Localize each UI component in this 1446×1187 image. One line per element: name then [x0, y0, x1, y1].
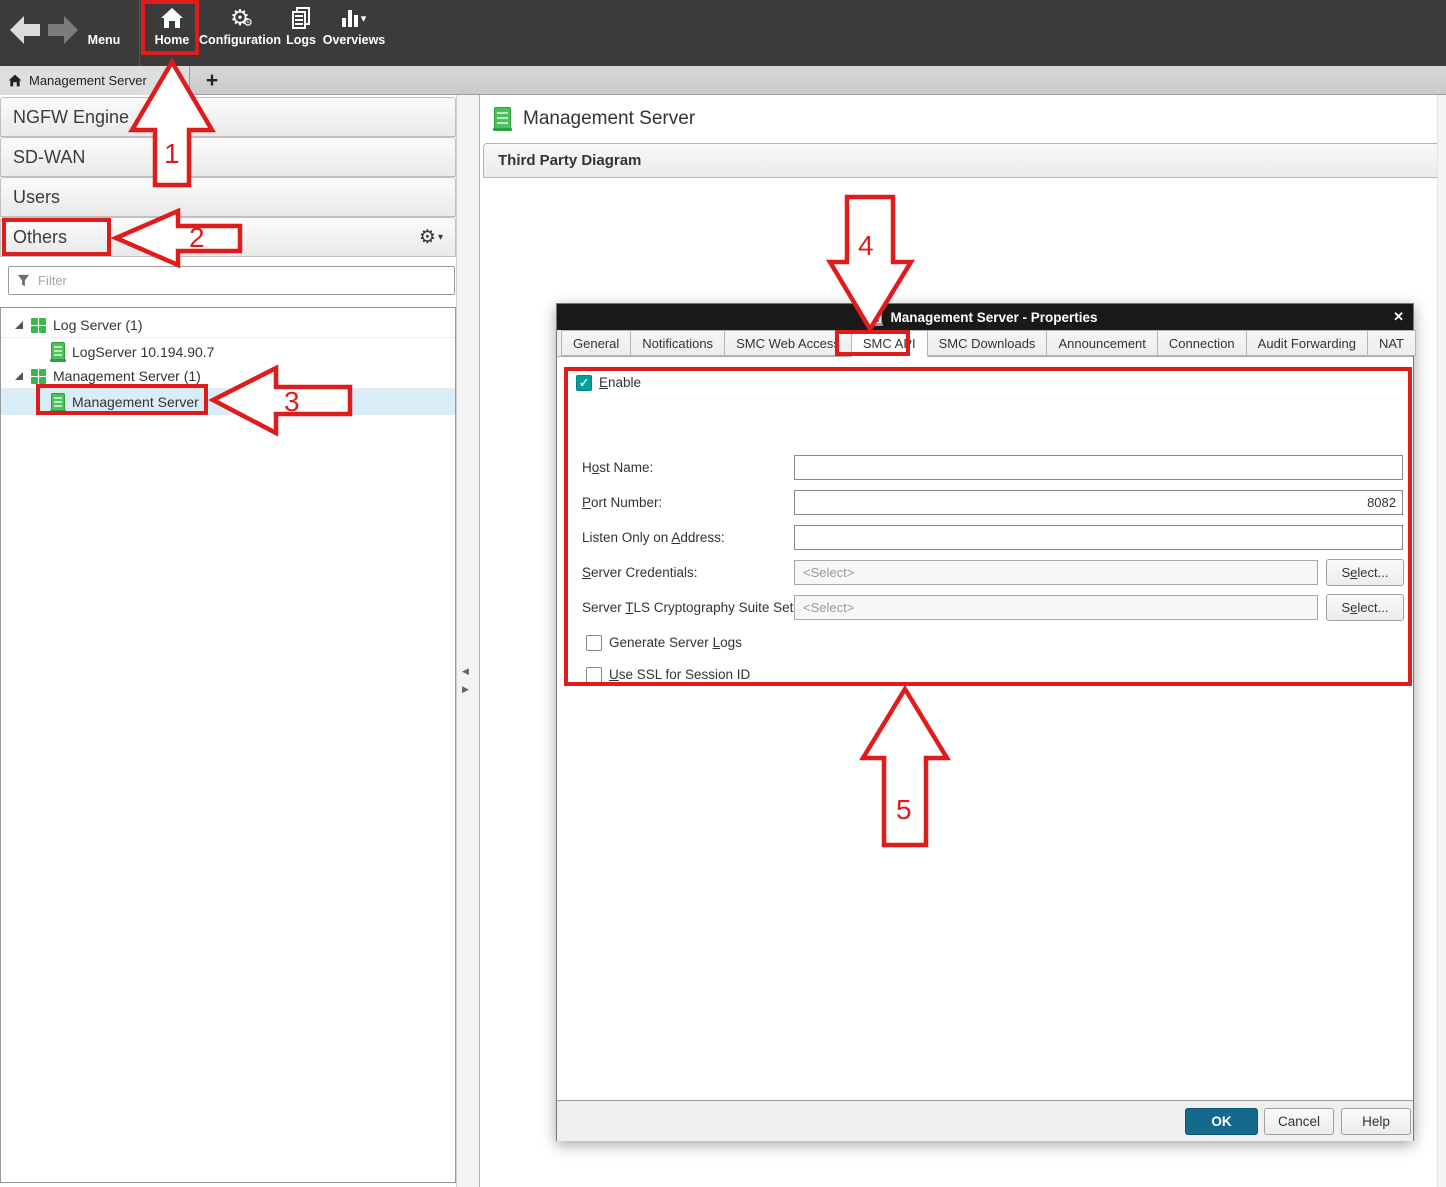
- logs-button[interactable]: Logs: [283, 4, 319, 47]
- document-tab-bar: Management Server ✕ +: [0, 66, 1446, 95]
- new-tab-button[interactable]: +: [199, 66, 225, 95]
- server-icon: [51, 393, 65, 412]
- use-ssl-label: Use SSL for Session ID: [609, 666, 750, 684]
- gear-icon: ⚙: [419, 226, 436, 249]
- tree-expander-icon[interactable]: [15, 321, 23, 329]
- server-icon: [872, 310, 882, 325]
- home-icon: [160, 4, 184, 32]
- tls-suite-select[interactable]: <Select>: [794, 595, 1318, 620]
- properties-dialog: Management Server - Properties ✕ General…: [556, 303, 1414, 1141]
- top-toolbar: Menu Home ⚙⚙ Configuration Logs ▾ Overvi…: [0, 0, 1446, 66]
- server-icon: [494, 107, 511, 130]
- server-credentials-label: Server Credentials:: [582, 560, 698, 585]
- tab-smc-downloads[interactable]: SMC Downloads: [928, 330, 1048, 356]
- tls-select-button[interactable]: Select...: [1326, 594, 1404, 621]
- tools-gear-button[interactable]: ⚙ ▾: [419, 226, 443, 249]
- back-arrow-icon[interactable]: [8, 14, 42, 46]
- configuration-label: Configuration: [199, 33, 281, 47]
- tab-nat[interactable]: NAT: [1368, 330, 1416, 356]
- host-name-label: Host Name:: [582, 455, 653, 480]
- tab-notifications[interactable]: Notifications: [631, 330, 725, 356]
- tree-expander-icon[interactable]: [15, 372, 23, 380]
- dialog-tab-strip: General Notifications SMC Web Access SMC…: [557, 330, 1413, 357]
- dialog-titlebar[interactable]: Management Server - Properties ✕: [557, 304, 1413, 330]
- server-group-icon: [31, 318, 46, 333]
- overviews-button[interactable]: ▾ Overviews: [320, 4, 388, 47]
- element-tree: Log Server (1) LogServer 10.194.90.7 Man…: [0, 307, 456, 1183]
- home-button[interactable]: Home: [148, 4, 196, 47]
- chevron-down-icon: ▾: [361, 12, 367, 25]
- dialog-close-icon[interactable]: ✕: [1393, 309, 1404, 325]
- collapse-left-icon[interactable]: ◀: [462, 666, 469, 677]
- page-title: Management Server: [494, 107, 695, 130]
- menu-button[interactable]: Menu: [82, 4, 126, 47]
- cancel-button[interactable]: Cancel: [1264, 1108, 1334, 1135]
- dialog-body: ✓ Enable Host Name: Port Number: Listen …: [557, 357, 1413, 1100]
- dialog-button-bar: OK Cancel Help: [557, 1100, 1413, 1141]
- tab-label: Management Server: [29, 73, 164, 88]
- port-number-label: Port Number:: [582, 490, 662, 515]
- panel-splitter[interactable]: ◀ ▶: [456, 95, 480, 1187]
- logs-label: Logs: [286, 33, 316, 47]
- overviews-label: Overviews: [323, 33, 386, 47]
- expand-right-icon[interactable]: ▶: [462, 684, 469, 695]
- server-icon: [51, 342, 65, 361]
- sidebar-section-others[interactable]: Others ⚙ ▾: [0, 217, 456, 257]
- sidebar: NGFW Engine SD-WAN Users Others ⚙ ▾ Log …: [0, 95, 456, 1187]
- enable-checkbox[interactable]: ✓: [576, 375, 592, 391]
- use-ssl-checkbox[interactable]: [586, 667, 602, 683]
- filter-funnel-icon: [17, 274, 30, 287]
- enable-label: Enable: [599, 374, 641, 392]
- generate-logs-checkbox[interactable]: [586, 635, 602, 651]
- forward-arrow-icon: [46, 14, 80, 46]
- tab-home-icon: [8, 74, 22, 87]
- tab-announcement[interactable]: Announcement: [1047, 330, 1157, 356]
- configuration-button[interactable]: ⚙⚙ Configuration: [198, 4, 282, 47]
- tab-management-server[interactable]: Management Server ✕: [0, 66, 190, 95]
- server-group-icon: [31, 369, 46, 384]
- tab-smc-web-access[interactable]: SMC Web Access: [725, 330, 852, 356]
- tree-node-log-server-group[interactable]: Log Server (1): [1, 313, 455, 338]
- tls-suite-label: Server TLS Cryptography Suite Set: [582, 595, 793, 620]
- bar-chart-icon: ▾: [342, 4, 367, 32]
- tab-connection[interactable]: Connection: [1158, 330, 1247, 356]
- credentials-select-button[interactable]: Select...: [1326, 559, 1404, 586]
- logs-icon: [292, 4, 310, 32]
- tab-smc-api[interactable]: SMC API: [852, 330, 928, 357]
- chevron-down-icon: ▾: [438, 232, 443, 243]
- menu-label: Menu: [88, 33, 121, 47]
- sidebar-section-users[interactable]: Users: [0, 177, 456, 217]
- filter-box[interactable]: [8, 266, 455, 295]
- toolbar-divider: [139, 0, 140, 66]
- dialog-title: Management Server - Properties: [890, 310, 1097, 325]
- help-button[interactable]: Help: [1341, 1108, 1411, 1135]
- host-name-field[interactable]: [794, 455, 1403, 480]
- main-scrollbar[interactable]: [1437, 95, 1446, 1187]
- tab-audit-forwarding[interactable]: Audit Forwarding: [1247, 330, 1368, 356]
- tab-close-icon[interactable]: ✕: [171, 74, 181, 88]
- tree-node-logserver[interactable]: LogServer 10.194.90.7: [1, 339, 455, 364]
- section-header-third-party-diagram[interactable]: Third Party Diagram: [483, 143, 1446, 178]
- sidebar-section-sd-wan[interactable]: SD-WAN: [0, 137, 456, 177]
- port-number-field[interactable]: [794, 490, 1403, 515]
- server-credentials-select[interactable]: <Select>: [794, 560, 1318, 585]
- tree-node-management-server[interactable]: Management Server: [1, 389, 455, 415]
- tree-node-management-server-group[interactable]: Management Server (1): [1, 364, 455, 389]
- home-label: Home: [155, 33, 190, 47]
- checkmark-icon: ✓: [579, 376, 589, 390]
- listen-address-field[interactable]: [794, 525, 1403, 550]
- filter-input[interactable]: [38, 273, 446, 288]
- hamburger-icon: [91, 4, 117, 32]
- listen-address-label: Listen Only on Address:: [582, 525, 725, 550]
- generate-logs-label: Generate Server Logs: [609, 634, 742, 652]
- sidebar-section-ngfw-engine[interactable]: NGFW Engine: [0, 97, 456, 137]
- tab-general[interactable]: General: [561, 330, 631, 356]
- ok-button[interactable]: OK: [1185, 1108, 1258, 1135]
- configuration-gear-icon: ⚙⚙: [230, 4, 250, 32]
